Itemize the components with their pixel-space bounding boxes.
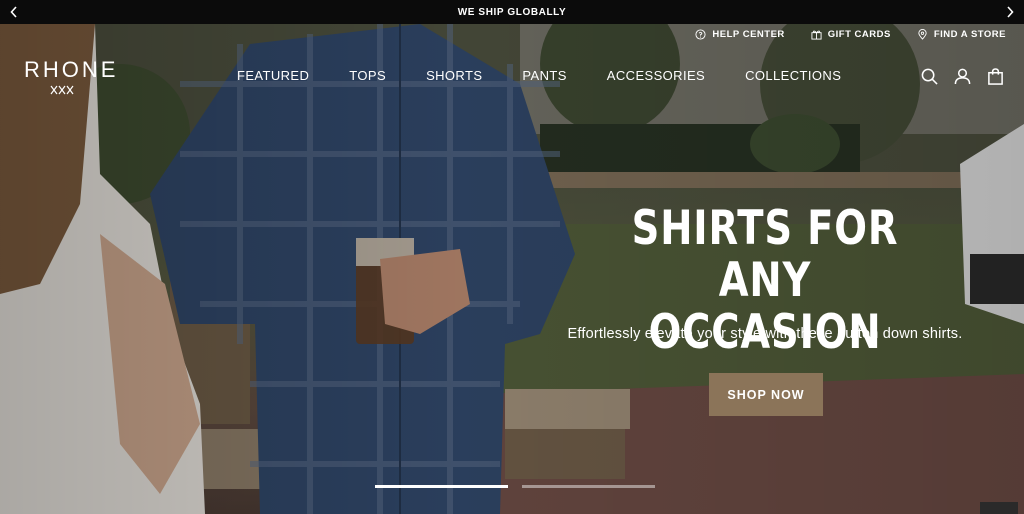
shop-now-button[interactable]: SHOP NOW xyxy=(709,373,823,416)
nav-item-pants[interactable]: PANTS xyxy=(522,68,566,83)
chevron-right-icon xyxy=(1007,6,1014,18)
main-nav: FEATURED TOPS SHORTS PANTS ACCESSORIES C… xyxy=(237,68,881,83)
find-a-store-link[interactable]: FIND A STORE xyxy=(917,29,1006,40)
nav-item-accessories[interactable]: ACCESSORIES xyxy=(607,68,705,83)
gift-cards-link[interactable]: GIFT CARDS xyxy=(811,29,891,40)
announcement-bar: WE SHIP GLOBALLY xyxy=(0,0,1024,24)
nav-item-featured[interactable]: FEATURED xyxy=(237,68,309,83)
search-icon[interactable] xyxy=(921,68,938,85)
slide-indicator-1[interactable] xyxy=(375,485,508,488)
location-pin-icon xyxy=(918,29,927,40)
chevron-left-icon xyxy=(10,6,17,18)
logo-wordmark: RHONE xyxy=(24,57,119,82)
corner-widget[interactable] xyxy=(980,502,1018,514)
slide-indicators xyxy=(375,485,655,488)
announcement-next-button[interactable] xyxy=(1002,3,1018,21)
gift-icon xyxy=(811,30,822,40)
nav-item-collections[interactable]: COLLECTIONS xyxy=(745,68,841,83)
slide-indicator-2[interactable] xyxy=(522,485,655,488)
nav-item-tops[interactable]: TOPS xyxy=(349,68,386,83)
nav-item-shorts[interactable]: SHORTS xyxy=(426,68,482,83)
help-circle-icon xyxy=(695,29,706,40)
announcement-prev-button[interactable] xyxy=(6,3,22,21)
find-a-store-label: FIND A STORE xyxy=(933,29,1006,40)
help-center-link[interactable]: HELP CENTER xyxy=(695,29,784,40)
gift-cards-label: GIFT CARDS xyxy=(827,29,891,40)
rhone-logo[interactable]: RHONE xyxy=(24,57,119,100)
shopping-bag-icon[interactable] xyxy=(987,68,1004,85)
hero-subtext: Effortlessly elevate your style with the… xyxy=(567,326,963,342)
utility-nav: HELP CENTER GIFT CARDS FIND A STORE xyxy=(695,29,1006,40)
hero-headline-line-1: SHIRTS FOR ANY xyxy=(631,201,899,308)
header-icons xyxy=(921,68,1004,85)
help-center-label: HELP CENTER xyxy=(712,29,785,40)
announcement-text: WE SHIP GLOBALLY xyxy=(457,6,567,18)
account-icon[interactable] xyxy=(954,68,971,85)
logo-mark-icon xyxy=(50,85,74,95)
